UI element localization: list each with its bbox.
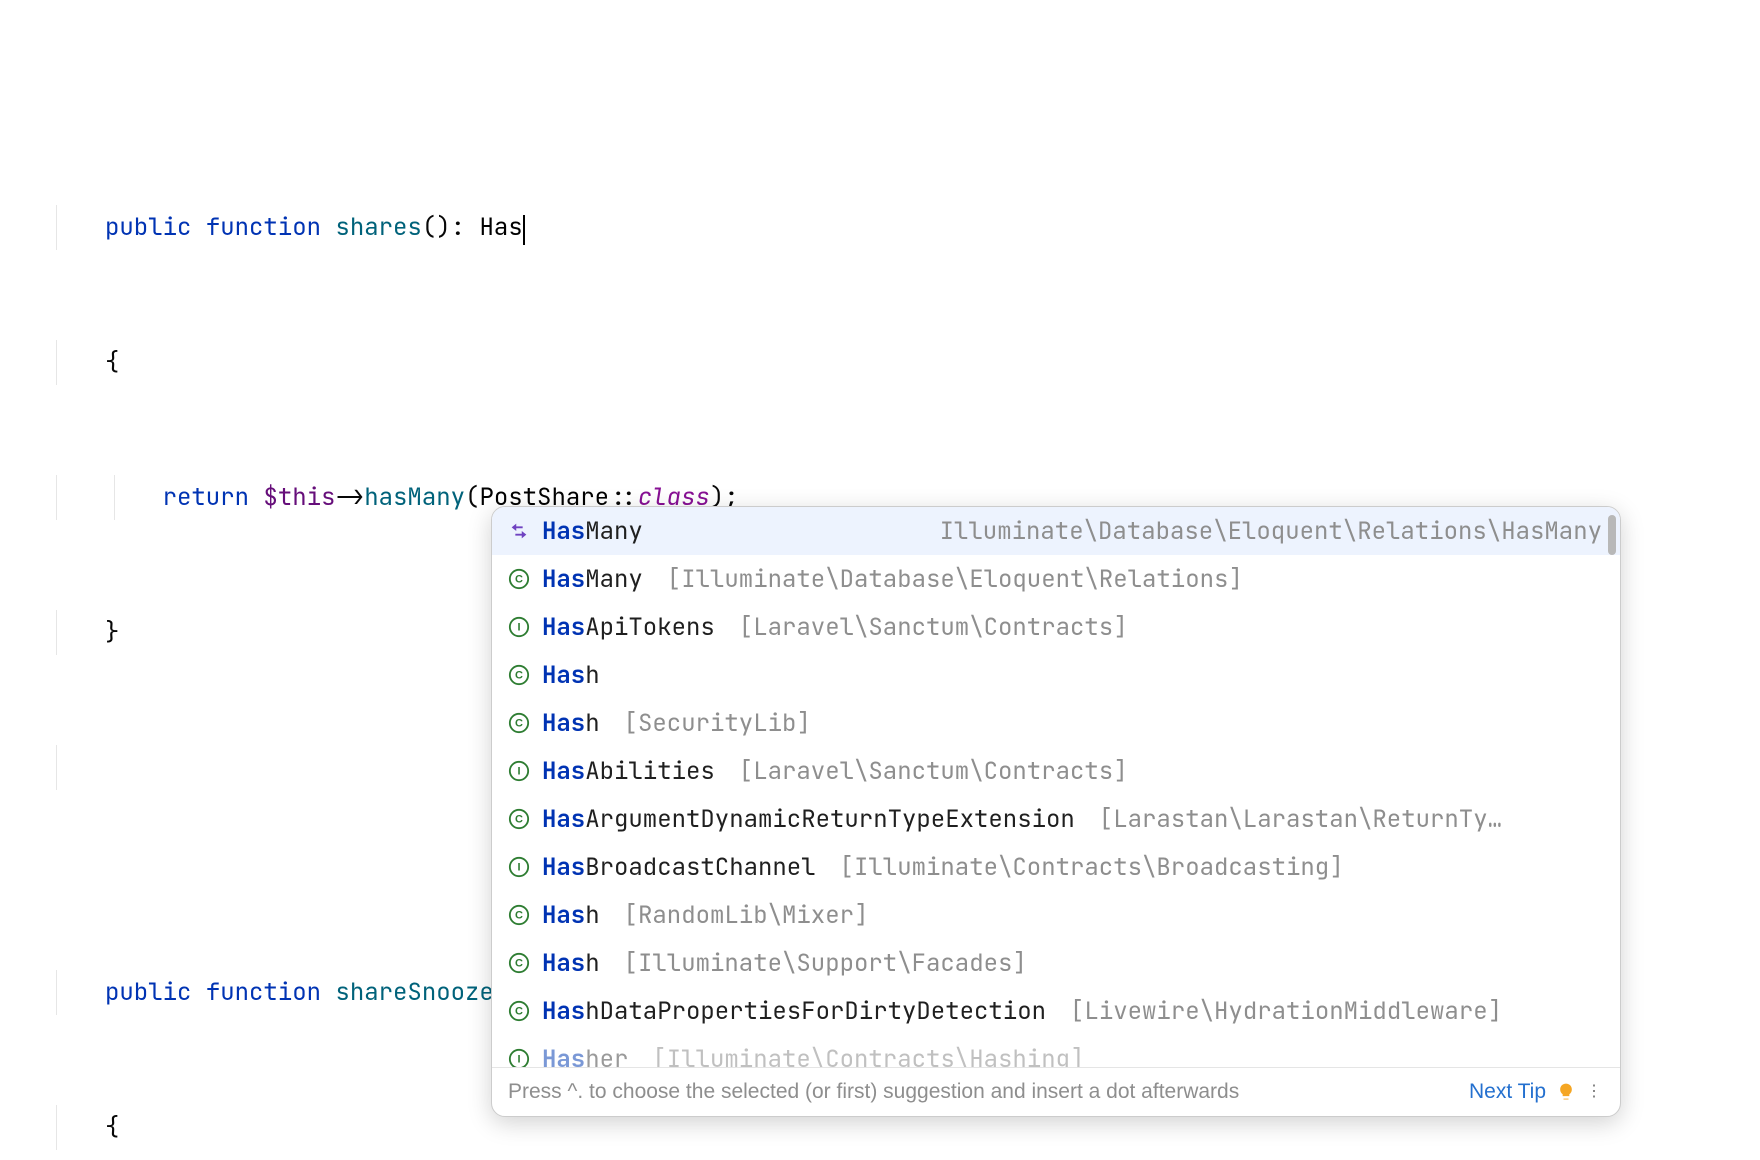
- completion-name: Hash: [542, 900, 600, 931]
- svg-text:I: I: [517, 622, 520, 634]
- completion-kind-icon: C: [506, 1000, 532, 1022]
- popup-footer: Press ^. to choose the selected (or firs…: [492, 1067, 1620, 1116]
- completion-name: HasMany: [542, 516, 643, 547]
- scrollbar-thumb[interactable]: [1608, 515, 1616, 555]
- svg-text:C: C: [515, 718, 523, 730]
- svg-text:C: C: [515, 574, 523, 586]
- completion-name: Hasher: [542, 1044, 628, 1068]
- autocomplete-item[interactable]: C HashDataPropertiesForDirtyDetection [Liv…: [492, 987, 1620, 1035]
- completion-namespace: [Illuminate\Support\Facades]: [624, 948, 1027, 979]
- autocomplete-item[interactable]: C Hash [SecurityLib]: [492, 699, 1620, 747]
- completion-namespace: [SecurityLib]: [624, 708, 811, 739]
- completion-kind-icon: I: [506, 1048, 532, 1067]
- autocomplete-item[interactable]: C Hash: [492, 651, 1620, 699]
- completion-kind-icon: I: [506, 856, 532, 878]
- autocomplete-item[interactable]: C HasArgumentDynamicReturnTypeExtension [L…: [492, 795, 1620, 843]
- completion-name: HashDataPropertiesForDirtyDetection: [542, 996, 1046, 1027]
- completion-name: HasArgumentDynamicReturnTypeExtension: [542, 804, 1075, 835]
- completion-namespace: [Laravel\Sanctum\Contracts]: [739, 756, 1128, 787]
- autocomplete-item[interactable]: I Hasher [Illuminate\Contracts\Hashing]: [492, 1035, 1620, 1067]
- completion-kind-icon: C: [506, 568, 532, 590]
- completion-name: Hash: [542, 948, 600, 979]
- svg-text:C: C: [515, 958, 523, 970]
- completion-namespace: Illuminate\Database\Eloquent\Relations\H…: [940, 516, 1602, 547]
- svg-text:C: C: [515, 814, 523, 826]
- autocomplete-list[interactable]: HasMany Illuminate\Database\Eloquent\Rela…: [492, 507, 1620, 1067]
- completion-namespace: [RandomLib\Mixer]: [624, 900, 869, 931]
- completion-name: Hash: [542, 660, 600, 691]
- completion-namespace: [Illuminate\Database\Eloquent\Relations]: [667, 564, 1243, 595]
- svg-text:C: C: [515, 670, 523, 682]
- completion-kind-icon: C: [506, 904, 532, 926]
- svg-text:I: I: [517, 862, 520, 874]
- completion-namespace: [Livewire\HydrationMiddleware]: [1070, 996, 1502, 1027]
- completion-name: HasMany: [542, 564, 643, 595]
- autocomplete-item[interactable]: I HasAbilities [Laravel\Sanctum\Contracts]: [492, 747, 1620, 795]
- autocomplete-item[interactable]: C Hash [RandomLib\Mixer]: [492, 891, 1620, 939]
- completion-kind-icon: C: [506, 808, 532, 830]
- completion-namespace: [Illuminate\Contracts\Broadcasting]: [840, 852, 1344, 883]
- completion-name: HasBroadcastChannel: [542, 852, 816, 883]
- more-menu-icon[interactable]: ⋮: [1586, 1087, 1604, 1097]
- keyword: public: [105, 212, 191, 243]
- svg-text:I: I: [517, 766, 520, 778]
- svg-text:I: I: [517, 1054, 520, 1066]
- code-line[interactable]: {: [0, 340, 1760, 385]
- autocomplete-item[interactable]: C Hash [Illuminate\Support\Facades]: [492, 939, 1620, 987]
- variable: $this: [263, 482, 335, 513]
- svg-text:C: C: [515, 910, 523, 922]
- autocomplete-item[interactable]: I HasBroadcastChannel [Illuminate\Contract…: [492, 843, 1620, 891]
- method-call: hasMany: [364, 482, 465, 513]
- footer-tip-text: Press ^. to choose the selected (or firs…: [508, 1080, 1459, 1104]
- completion-name: Hash: [542, 708, 600, 739]
- keyword: return: [163, 482, 249, 513]
- completion-kind-icon: I: [506, 760, 532, 782]
- autocomplete-popup: HasMany Illuminate\Database\Eloquent\Rela…: [491, 506, 1621, 1117]
- completion-namespace: [Illuminate\Contracts\Hashing]: [652, 1044, 1084, 1068]
- completion-kind-icon: [506, 520, 532, 542]
- function-name: shares: [335, 212, 421, 243]
- keyword: function: [206, 212, 321, 243]
- autocomplete-item[interactable]: C HasMany [Illuminate\Database\Eloquent\Re…: [492, 555, 1620, 603]
- text-caret: [523, 215, 525, 245]
- autocomplete-item[interactable]: I HasApiTokens [Laravel\Sanctum\Contracts]: [492, 603, 1620, 651]
- completion-name: HasApiTokens: [542, 612, 715, 643]
- svg-text:C: C: [515, 1006, 523, 1018]
- code-line[interactable]: public function shares(): Has: [0, 205, 1760, 250]
- return-type: Has: [479, 212, 522, 243]
- completion-namespace: [Laravel\Sanctum\Contracts]: [739, 612, 1128, 643]
- completion-kind-icon: C: [506, 952, 532, 974]
- completion-kind-icon: C: [506, 664, 532, 686]
- next-tip-link[interactable]: Next Tip: [1469, 1080, 1546, 1104]
- bulb-icon[interactable]: [1556, 1082, 1576, 1102]
- completion-namespace: [Larastan\Larastan\ReturnTy…: [1099, 804, 1502, 835]
- completion-kind-icon: C: [506, 712, 532, 734]
- completion-name: HasAbilities: [542, 756, 715, 787]
- completion-kind-icon: I: [506, 616, 532, 638]
- autocomplete-item[interactable]: HasMany Illuminate\Database\Eloquent\Rela…: [492, 507, 1620, 555]
